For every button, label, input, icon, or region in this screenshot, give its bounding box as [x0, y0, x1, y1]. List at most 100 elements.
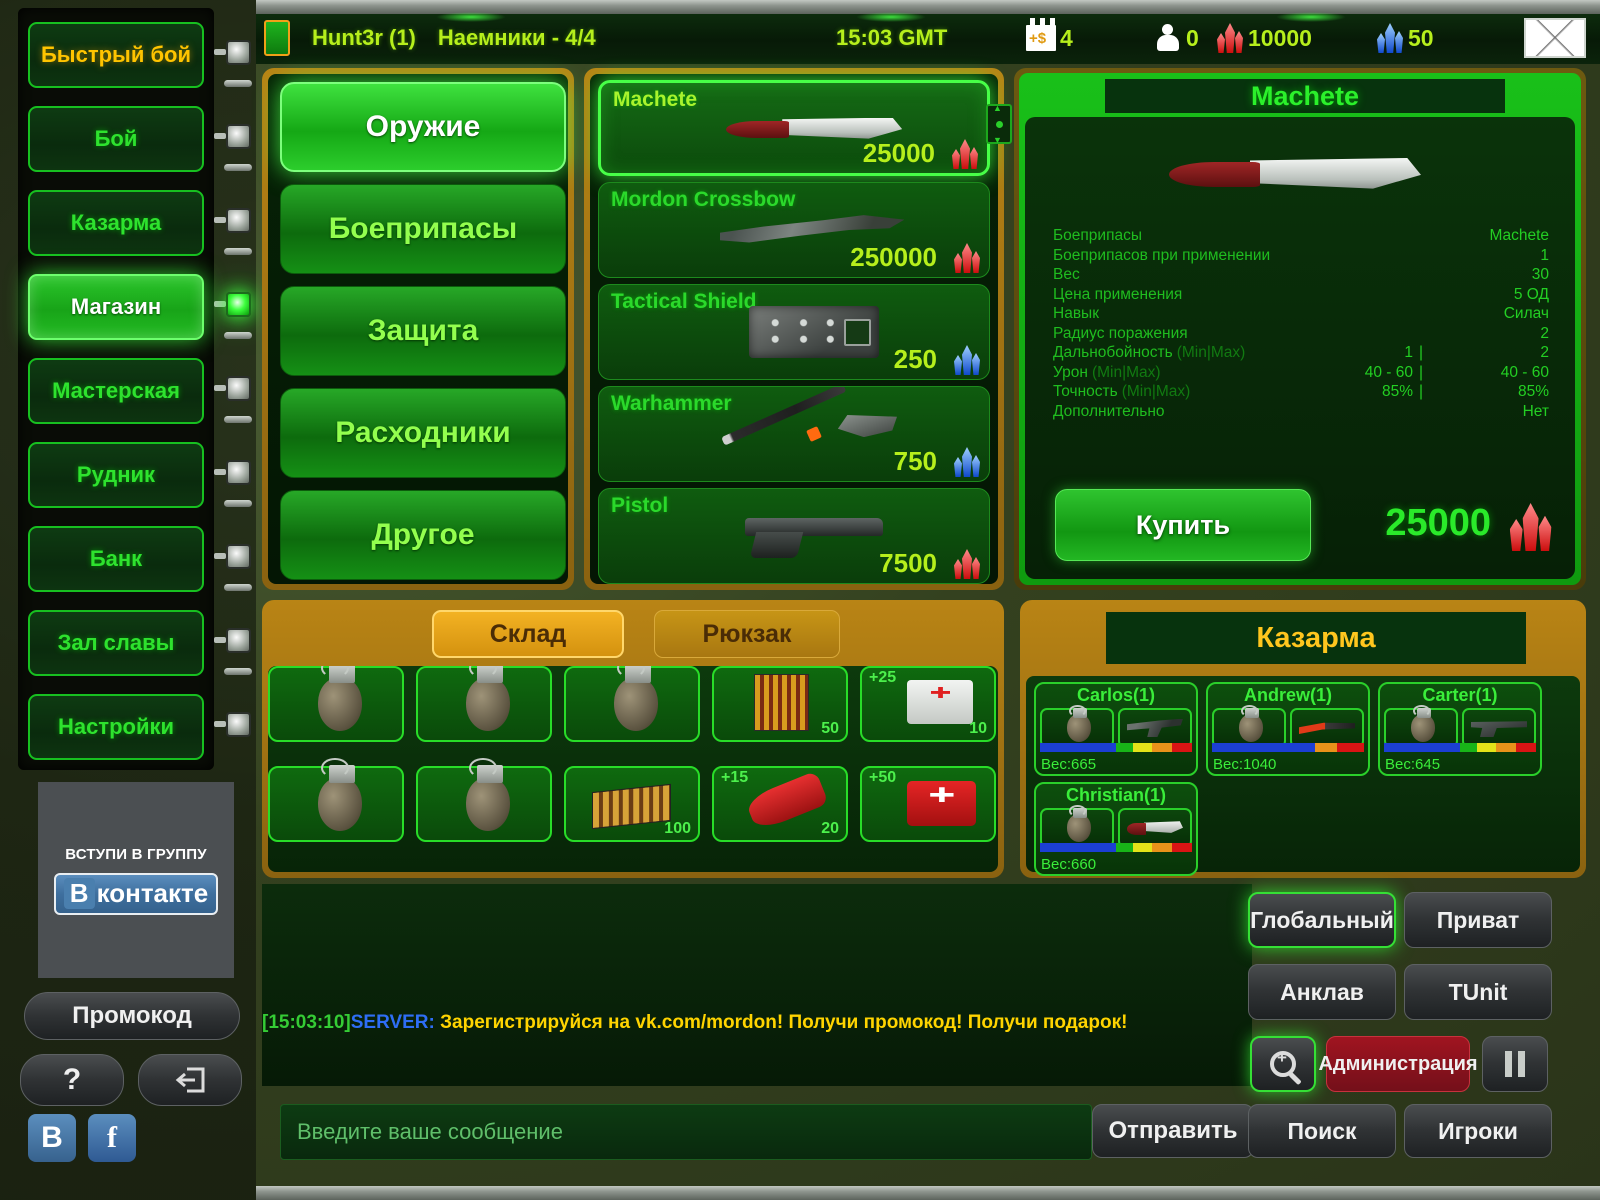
inventory-slot-9[interactable]: +50: [860, 766, 996, 842]
sidebar-led-1: [226, 124, 251, 149]
shop-item-3[interactable]: Warhammer 750: [598, 386, 990, 482]
mercenary-equip-slot-a[interactable]: [1040, 804, 1114, 848]
help-button[interactable]: ?: [20, 1054, 124, 1106]
sidebar-item-6[interactable]: Банк: [28, 526, 204, 592]
mercenary-equip-slot-b[interactable]: [1462, 708, 1536, 748]
mercenary-stat-bar: [1040, 743, 1192, 752]
chat-tab-enclave[interactable]: Анклав: [1248, 964, 1396, 1020]
machete-blade: [1249, 158, 1421, 189]
sidebar-item-5[interactable]: Рудник: [28, 442, 204, 508]
machete-sprite: [1169, 158, 1421, 189]
mercenary-weight: Вес:660: [1041, 856, 1097, 873]
vk-group-promo[interactable]: ВСТУПИ В ГРУППУ Вконтакте: [38, 782, 234, 978]
chat-tab-private[interactable]: Приват: [1404, 892, 1552, 948]
shop-item-1[interactable]: Mordon Crossbow 250000: [598, 182, 990, 278]
shop-category-2[interactable]: Защита: [280, 286, 566, 376]
inventory-slot-quantity: 20: [821, 820, 839, 837]
mercenary-card-2[interactable]: Carter(1) Вес:645: [1378, 682, 1542, 776]
shop-item-2[interactable]: Tactical Shield 250: [598, 284, 990, 380]
buy-button[interactable]: Купить: [1055, 489, 1311, 561]
inventory-slot-3[interactable]: 50: [712, 666, 848, 742]
administration-button[interactable]: Администрация: [1318, 1036, 1478, 1092]
grenade-icon: [1411, 704, 1435, 742]
sidebar-led-8: [226, 712, 251, 737]
item-list-scrollbar[interactable]: [986, 103, 1012, 145]
stat-separator: |: [1419, 383, 1424, 400]
sidebar-led-3: [226, 292, 251, 317]
inventory-slot-8[interactable]: +15 20: [712, 766, 848, 842]
players-button[interactable]: Игроки: [1404, 1104, 1552, 1158]
soldier-icon: [1156, 24, 1182, 52]
shop-category-1[interactable]: Боеприпасы: [280, 184, 566, 274]
mercenary-card-3[interactable]: Christian(1) Вес:660: [1034, 782, 1198, 876]
blue-crystal-icon: [1376, 23, 1404, 53]
barracks-panel: Казарма Carlos(1) Вес:665 Andrew(1) Вес:104…: [1020, 600, 1586, 878]
resource-units: 0: [1156, 24, 1199, 52]
shop-category-0[interactable]: Оружие: [280, 82, 566, 172]
tab-backpack[interactable]: Рюкзак: [654, 610, 840, 658]
inventory-slot-0[interactable]: [268, 666, 404, 742]
stat-label: Вес: [1053, 266, 1080, 283]
sidebar-item-3[interactable]: Магазин: [28, 274, 204, 340]
tab-warehouse[interactable]: Склад: [432, 610, 624, 658]
stat-segment: [1116, 843, 1133, 852]
logout-button[interactable]: [138, 1054, 242, 1106]
shop-item-4[interactable]: Pistol 7500: [598, 488, 990, 584]
mercenary-equip-slot-b[interactable]: [1118, 708, 1192, 748]
inventory-slot-5[interactable]: [268, 758, 404, 842]
shop-category-list: Оружие Боеприпасы Защита Расходники Другое: [268, 74, 568, 584]
item-detail-title: Machete: [1250, 80, 1360, 111]
sidebar-item-8[interactable]: Настройки: [28, 694, 204, 760]
inventory-slot-6[interactable]: [416, 758, 552, 842]
vkontakte-button[interactable]: Вконтакте: [54, 872, 218, 915]
inventory-slot-quantity: 50: [821, 720, 839, 737]
social-vk-icon[interactable]: В: [28, 1114, 76, 1162]
chat-log[interactable]: [15:03:10]SERVER: Зарегистрируйся на vk.…: [262, 884, 1252, 1040]
chat-input[interactable]: Введите ваше сообщение: [280, 1104, 1092, 1160]
promocode-button[interactable]: Промокод: [24, 992, 240, 1040]
inventory-slot-2[interactable]: [564, 666, 700, 742]
pause-button[interactable]: [1482, 1036, 1548, 1092]
shop-item-0[interactable]: Machete 25000: [598, 80, 990, 176]
mercenary-equip-slot-a[interactable]: [1212, 704, 1286, 748]
chat-tab-global[interactable]: Глобальный: [1248, 892, 1396, 948]
sidebar-item-7[interactable]: Зал славы: [28, 610, 204, 676]
search-button[interactable]: Поиск: [1248, 1104, 1396, 1158]
chat-tab-tunit[interactable]: TUnit: [1404, 964, 1552, 1020]
mail-envelope-icon[interactable]: [1524, 18, 1586, 58]
inventory-slot-7[interactable]: 100: [564, 766, 700, 842]
inventory-slot-4[interactable]: +25 10: [860, 666, 996, 742]
inventory-slot-quantity: 10: [969, 720, 987, 737]
shop-category-label: Расходники: [335, 416, 511, 449]
mercenary-card-1[interactable]: Andrew(1) Вес:1040: [1206, 682, 1370, 776]
inventory-slot-1[interactable]: [416, 666, 552, 742]
sidebar-item-2[interactable]: Казарма: [28, 190, 204, 256]
shop-item-list: Machete 25000 Mordon Crossbow 250000 Tactica…: [590, 74, 998, 584]
item-stats-table: Боеприпасы Machete Боеприпасов при примене…: [1053, 227, 1549, 422]
sidebar-item-0[interactable]: Быстрый бой: [28, 22, 204, 88]
sidebar-item-label: Казарма: [70, 210, 162, 236]
grenade-icon: [465, 758, 511, 832]
stat-row: Цена применения 5 ОД: [1053, 286, 1549, 306]
barracks-title-bar: Казарма: [1106, 612, 1526, 664]
mercenary-card-0[interactable]: Carlos(1) Вес:665: [1034, 682, 1198, 776]
stat-label: Боеприпасы: [1053, 227, 1142, 244]
mercenary-equip-slot-b[interactable]: [1118, 808, 1192, 848]
social-facebook-icon[interactable]: f: [88, 1114, 136, 1162]
magnifier-plus-icon[interactable]: [1250, 1036, 1316, 1092]
rifle-icon: [1299, 722, 1355, 734]
shop-item-price: 7500: [879, 548, 937, 578]
mercenary-equip-slot-a[interactable]: [1384, 704, 1458, 748]
shop-category-4[interactable]: Другое: [280, 490, 566, 580]
mercenary-equip-slot-a[interactable]: [1040, 704, 1114, 748]
shop-category-3[interactable]: Расходники: [280, 388, 566, 478]
stat-sublabel: (Min|Max): [1121, 383, 1191, 400]
led-rail-segment: [224, 584, 252, 591]
send-message-button[interactable]: Отправить: [1092, 1104, 1254, 1158]
sidebar-item-1[interactable]: Бой: [28, 106, 204, 172]
mercenary-equip-slot-b[interactable]: [1290, 708, 1364, 748]
stat-segment: [1040, 843, 1116, 852]
sidebar-item-label: Мастерская: [52, 378, 180, 404]
stat-value: Силач: [1503, 305, 1549, 322]
sidebar-item-4[interactable]: Мастерская: [28, 358, 204, 424]
